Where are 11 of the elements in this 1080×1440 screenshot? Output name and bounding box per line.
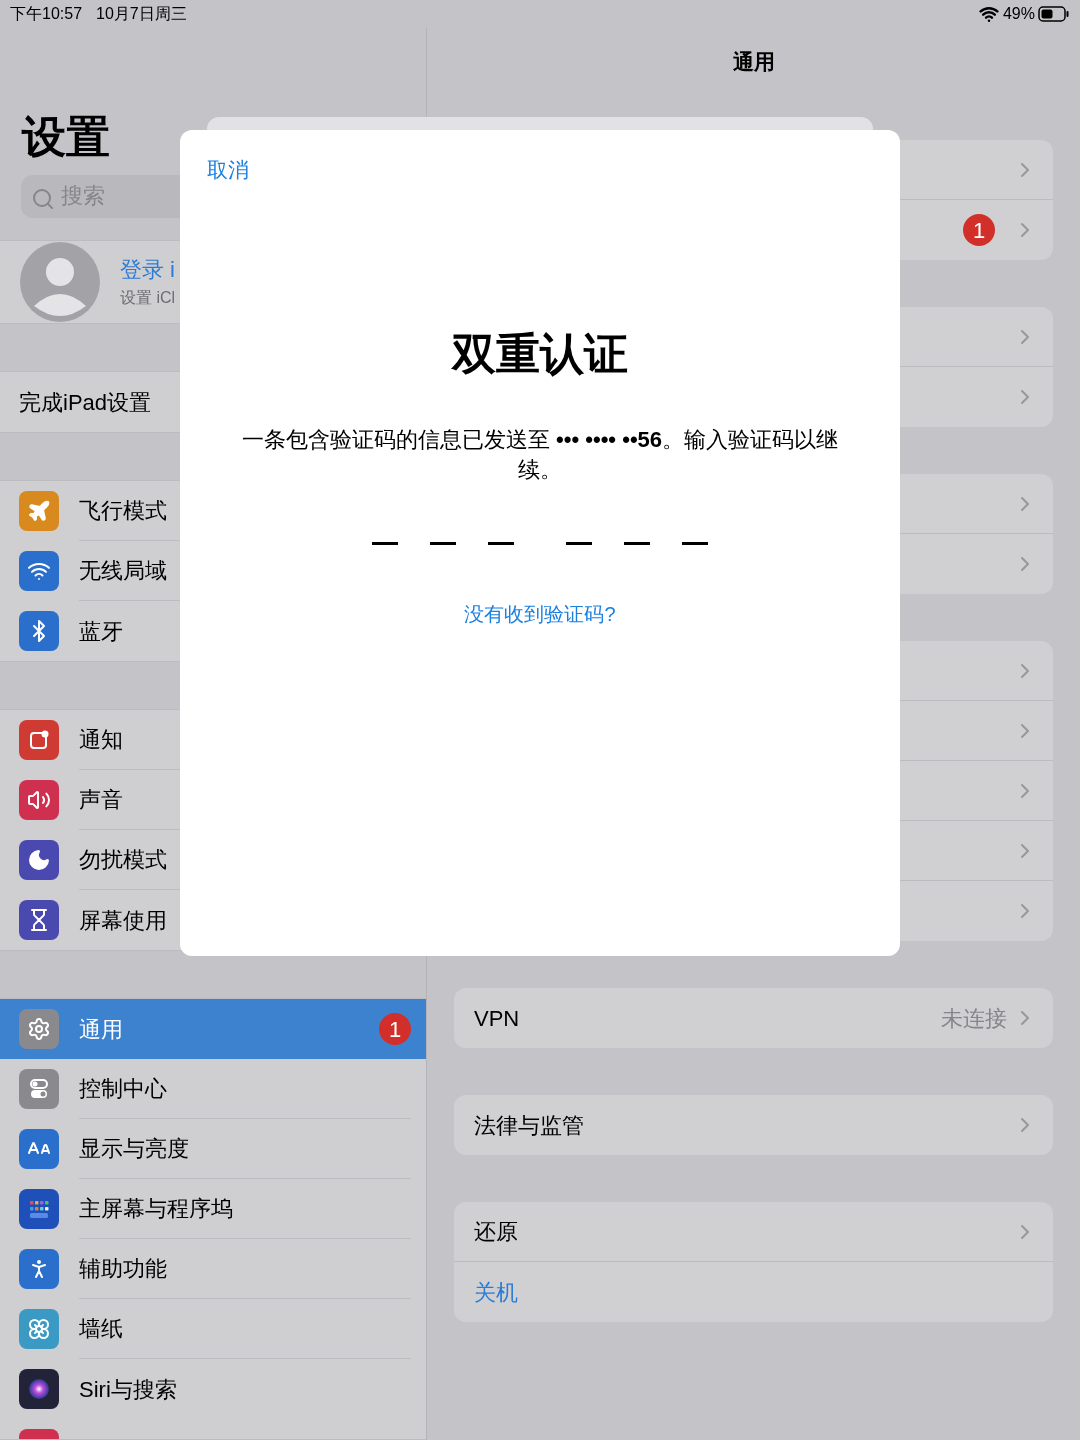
row-value: 未连接 [941,1004,1007,1033]
status-time: 下午10:57 [10,4,83,24]
notification-badge: 1 [379,1013,411,1045]
account-subtitle: 设置 iCl [120,288,176,309]
dialog-title: 双重认证 [452,327,628,380]
notification-badge: 1 [963,214,995,246]
dialog-message: 一条包含验证码的信息已发送至 ••• •••• ••56。输入验证码以继续。 [240,425,840,484]
status-date: 10月7日周三 [96,4,187,24]
detail-title: 通用 [731,49,776,75]
sidebar-title: 设置 [22,112,111,162]
battery-percent: 49% [1002,4,1035,24]
